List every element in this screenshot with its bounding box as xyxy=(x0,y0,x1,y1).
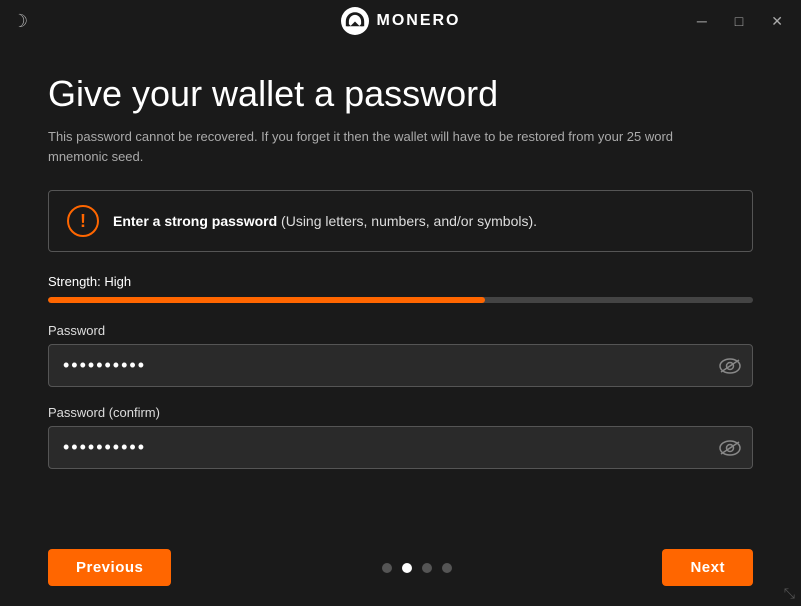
eye-icon xyxy=(719,358,741,374)
close-button[interactable]: ✕ xyxy=(765,11,789,32)
monero-logo-icon xyxy=(341,7,369,35)
strength-label: Strength: High xyxy=(48,274,753,289)
minimize-button[interactable]: ─ xyxy=(691,11,713,31)
warning-text-bold: Enter a strong password xyxy=(113,213,277,229)
dot-1 xyxy=(382,563,392,573)
maximize-button[interactable]: □ xyxy=(729,11,749,31)
password-confirm-label: Password (confirm) xyxy=(48,405,753,420)
moon-icon[interactable]: ☽ xyxy=(12,11,28,32)
password-confirm-field-wrapper xyxy=(48,426,753,469)
main-content: Give your wallet a password This passwor… xyxy=(0,42,801,537)
password-label: Password xyxy=(48,323,753,338)
dot-2 xyxy=(402,563,412,573)
password-toggle-button[interactable] xyxy=(719,358,741,374)
warning-text: Enter a strong password (Using letters, … xyxy=(113,213,537,229)
bottom-nav: Previous Next xyxy=(0,537,801,606)
previous-button[interactable]: Previous xyxy=(48,549,171,586)
password-field-wrapper xyxy=(48,344,753,387)
eye-confirm-icon xyxy=(719,440,741,456)
password-confirm-input[interactable] xyxy=(48,426,753,469)
dot-3 xyxy=(422,563,432,573)
titlebar: ☽ MONERO ─ □ ✕ xyxy=(0,0,801,42)
strength-bar xyxy=(48,297,753,303)
password-confirm-toggle-button[interactable] xyxy=(719,440,741,456)
page-subtitle: This password cannot be recovered. If yo… xyxy=(48,127,728,166)
password-input[interactable] xyxy=(48,344,753,387)
app-title: MONERO xyxy=(377,12,461,30)
warning-text-rest: (Using letters, numbers, and/or symbols)… xyxy=(277,213,537,229)
dot-4 xyxy=(442,563,452,573)
strength-bar-fill xyxy=(48,297,485,303)
resize-handle[interactable]: ⤡ xyxy=(784,585,795,602)
pagination-dots xyxy=(382,563,452,573)
warning-box: ! Enter a strong password (Using letters… xyxy=(48,190,753,252)
warning-icon: ! xyxy=(67,205,99,237)
titlebar-center: MONERO xyxy=(341,7,461,35)
page-title: Give your wallet a password xyxy=(48,72,753,115)
next-button[interactable]: Next xyxy=(662,549,753,586)
titlebar-controls: ─ □ ✕ xyxy=(691,11,789,32)
titlebar-left: ☽ xyxy=(12,11,28,32)
